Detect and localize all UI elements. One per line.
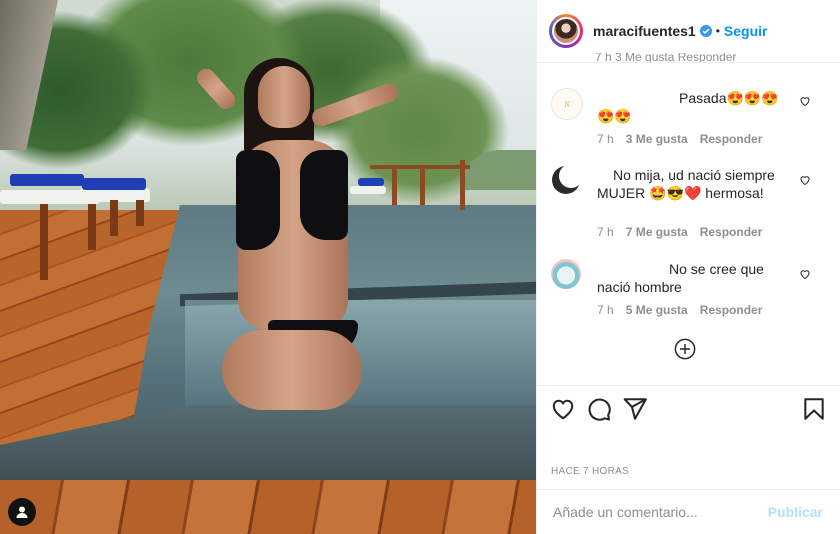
post-timestamp: HACE 7 HORAS (551, 466, 630, 477)
author-username[interactable]: maracifuentes1 (593, 23, 696, 39)
bookmark-icon[interactable] (801, 396, 827, 422)
photo-face (258, 66, 310, 128)
author-avatar-image (552, 17, 580, 45)
instagram-post-modal: maracifuentes1 • Seguir 7 h 3 Me gusta R… (0, 0, 840, 534)
comment-like-heart-icon[interactable] (799, 174, 811, 186)
photo-lounger (350, 186, 386, 194)
clipped-comment-meta: 7 h 3 Me gusta Responder (595, 53, 737, 62)
svg-text:N: N (563, 100, 570, 109)
photo-cushion (358, 178, 384, 186)
load-more-comments-icon[interactable] (674, 338, 696, 360)
crescent-moon-icon (552, 164, 583, 194)
comment-time: 7 h (597, 132, 614, 146)
post-side-panel: maracifuentes1 • Seguir 7 h 3 Me gusta R… (536, 0, 840, 534)
share-icon[interactable] (622, 396, 648, 422)
commenter-avatar[interactable] (551, 259, 581, 289)
commenter-avatar[interactable]: N (551, 88, 583, 120)
photo-lounger-leg (136, 200, 144, 226)
follow-button[interactable]: Seguir (724, 23, 768, 39)
post-actions-bar (537, 385, 840, 466)
comment-like-heart-icon[interactable] (799, 268, 811, 280)
photo-legs (222, 330, 362, 410)
photo-cushion (82, 178, 146, 190)
photo-lounger-leg (110, 200, 118, 236)
commenter-logo-icon: N (563, 100, 570, 109)
photo-lounger-leg (88, 204, 96, 250)
comment-time: 7 h (597, 303, 614, 317)
photo-swimsuit-left (236, 150, 280, 250)
comment-reply-button[interactable]: Responder (700, 225, 763, 239)
comment-likes[interactable]: 5 Me gusta (626, 303, 688, 317)
photo-cushion (10, 174, 84, 186)
comment-icon[interactable] (586, 396, 612, 422)
header-separator: • (715, 24, 720, 38)
user-tag-button[interactable] (8, 498, 36, 526)
comment-reply-button[interactable]: Responder (700, 132, 763, 146)
comment-body: No mija, ud nació siempre MUJER 🤩😎❤️ her… (597, 167, 775, 201)
user-tag-icon (16, 506, 28, 518)
comment-composer: Publicar (537, 489, 840, 534)
comment-likes[interactable]: 3 Me gusta (626, 132, 688, 146)
comment-text: Pasada😍😍😍😍😍 (597, 89, 793, 125)
photo-deck-front (0, 480, 536, 534)
comment-likes[interactable]: 7 Me gusta (626, 225, 688, 239)
comment-meta: 7 h 7 Me gusta Responder (597, 225, 762, 239)
comment-reply-button[interactable]: Responder (700, 303, 763, 317)
photo-railing-post (420, 165, 425, 205)
commenter-avatar[interactable] (551, 164, 583, 195)
comment-time: 7 h (597, 225, 614, 239)
add-comment-input[interactable] (551, 503, 765, 521)
comment-meta: 7 h 5 Me gusta Responder (597, 303, 762, 317)
photo-lounger-leg (40, 204, 48, 280)
comment-text: No mija, ud nació siempre MUJER 🤩😎❤️ her… (597, 166, 793, 202)
verified-badge-icon (699, 25, 712, 37)
comment-body: No se cree que nació hombre (597, 261, 764, 295)
comment-body: Pasada😍😍😍😍😍 (597, 90, 779, 124)
comment-meta: 7 h 3 Me gusta Responder (597, 132, 762, 146)
photo-railing-post (460, 160, 465, 210)
heart-icon[interactable] (550, 396, 576, 422)
author-avatar[interactable] (549, 14, 583, 48)
photo-swimsuit-right (300, 150, 348, 240)
comment-text: No se cree que nació hombre (597, 260, 793, 296)
photo-railing-post (392, 165, 397, 205)
publish-button[interactable]: Publicar (768, 504, 823, 520)
post-photo[interactable] (0, 0, 536, 534)
comment-like-heart-icon[interactable] (799, 95, 811, 107)
